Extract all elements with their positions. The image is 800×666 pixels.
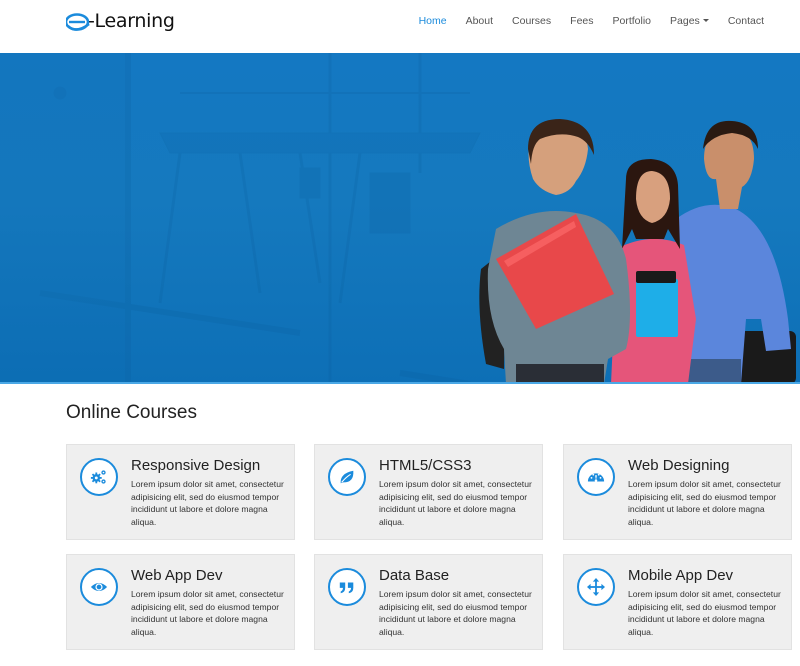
- nav-home[interactable]: Home: [410, 14, 456, 28]
- hero-banner: [0, 53, 800, 384]
- course-title: HTML5/CSS3: [379, 457, 472, 474]
- course-icon-circle: [328, 568, 366, 606]
- course-card-mobile-app-dev[interactable]: Mobile App Dev Lorem ipsum dolor sit ame…: [563, 554, 792, 650]
- course-title: Responsive Design: [131, 457, 261, 474]
- course-description: Lorem ipsum dolor sit amet, consectetur …: [379, 589, 532, 637]
- course-card-html5-css3[interactable]: HTML5/CSS3 Lorem ipsum dolor sit amet, c…: [314, 444, 543, 540]
- course-title: Web Designing: [628, 457, 730, 474]
- nav-about[interactable]: About: [457, 14, 502, 28]
- nav-fees[interactable]: Fees: [561, 14, 602, 28]
- main-nav: Home About Courses Fees Portfolio Pages …: [409, 14, 773, 28]
- course-icon-circle: [577, 458, 615, 496]
- students-image: [479, 119, 796, 384]
- course-description: Lorem ipsum dolor sit amet, consectetur …: [131, 479, 284, 527]
- course-icon-circle: [328, 458, 366, 496]
- nav-portfolio[interactable]: Portfolio: [604, 14, 661, 28]
- course-icon-circle: [80, 458, 118, 496]
- site-logo[interactable]: -Learning: [66, 8, 175, 34]
- course-title: Mobile App Dev: [628, 567, 734, 584]
- course-description: Lorem ipsum dolor sit amet, consectetur …: [628, 479, 781, 527]
- dashboard-icon: [587, 473, 605, 482]
- course-card-data-base[interactable]: Data Base Lorem ipsum dolor sit amet, co…: [314, 554, 543, 650]
- nav-pages-dropdown[interactable]: Pages: [661, 14, 718, 28]
- course-card-web-app-dev[interactable]: Web App Dev Lorem ipsum dolor sit amet, …: [66, 554, 295, 650]
- course-icon-circle: [80, 568, 118, 606]
- course-title: Data Base: [379, 567, 450, 584]
- nav-courses[interactable]: Courses: [503, 14, 560, 28]
- course-description: Lorem ipsum dolor sit amet, consectetur …: [131, 589, 284, 637]
- logo-text: -Learning: [88, 10, 175, 32]
- section-title-online-courses: Online Courses: [66, 402, 197, 423]
- student-right: [676, 120, 796, 384]
- move-arrows-icon: [587, 578, 605, 596]
- quote-icon: [339, 582, 354, 594]
- site-header: -Learning Home About Courses Fees Portfo…: [0, 0, 800, 53]
- course-card-responsive-design[interactable]: Responsive Design Lorem ipsum dolor sit …: [66, 444, 295, 540]
- eye-icon: [90, 582, 108, 592]
- course-description: Lorem ipsum dolor sit amet, consectetur …: [379, 479, 532, 527]
- gears-icon: [90, 470, 106, 484]
- hero-divider: [0, 382, 800, 384]
- course-card-web-designing[interactable]: Web Designing Lorem ipsum dolor sit amet…: [563, 444, 792, 540]
- logo-e-icon: [66, 10, 90, 32]
- nav-pages-label: Pages: [670, 15, 700, 27]
- course-icon-circle: [577, 568, 615, 606]
- course-description: Lorem ipsum dolor sit amet, consectetur …: [628, 589, 781, 637]
- leaf-icon: [340, 470, 354, 484]
- student-left: [479, 119, 630, 384]
- caret-down-icon: [702, 19, 709, 23]
- nav-contact[interactable]: Contact: [719, 14, 773, 28]
- course-title: Web App Dev: [131, 567, 223, 584]
